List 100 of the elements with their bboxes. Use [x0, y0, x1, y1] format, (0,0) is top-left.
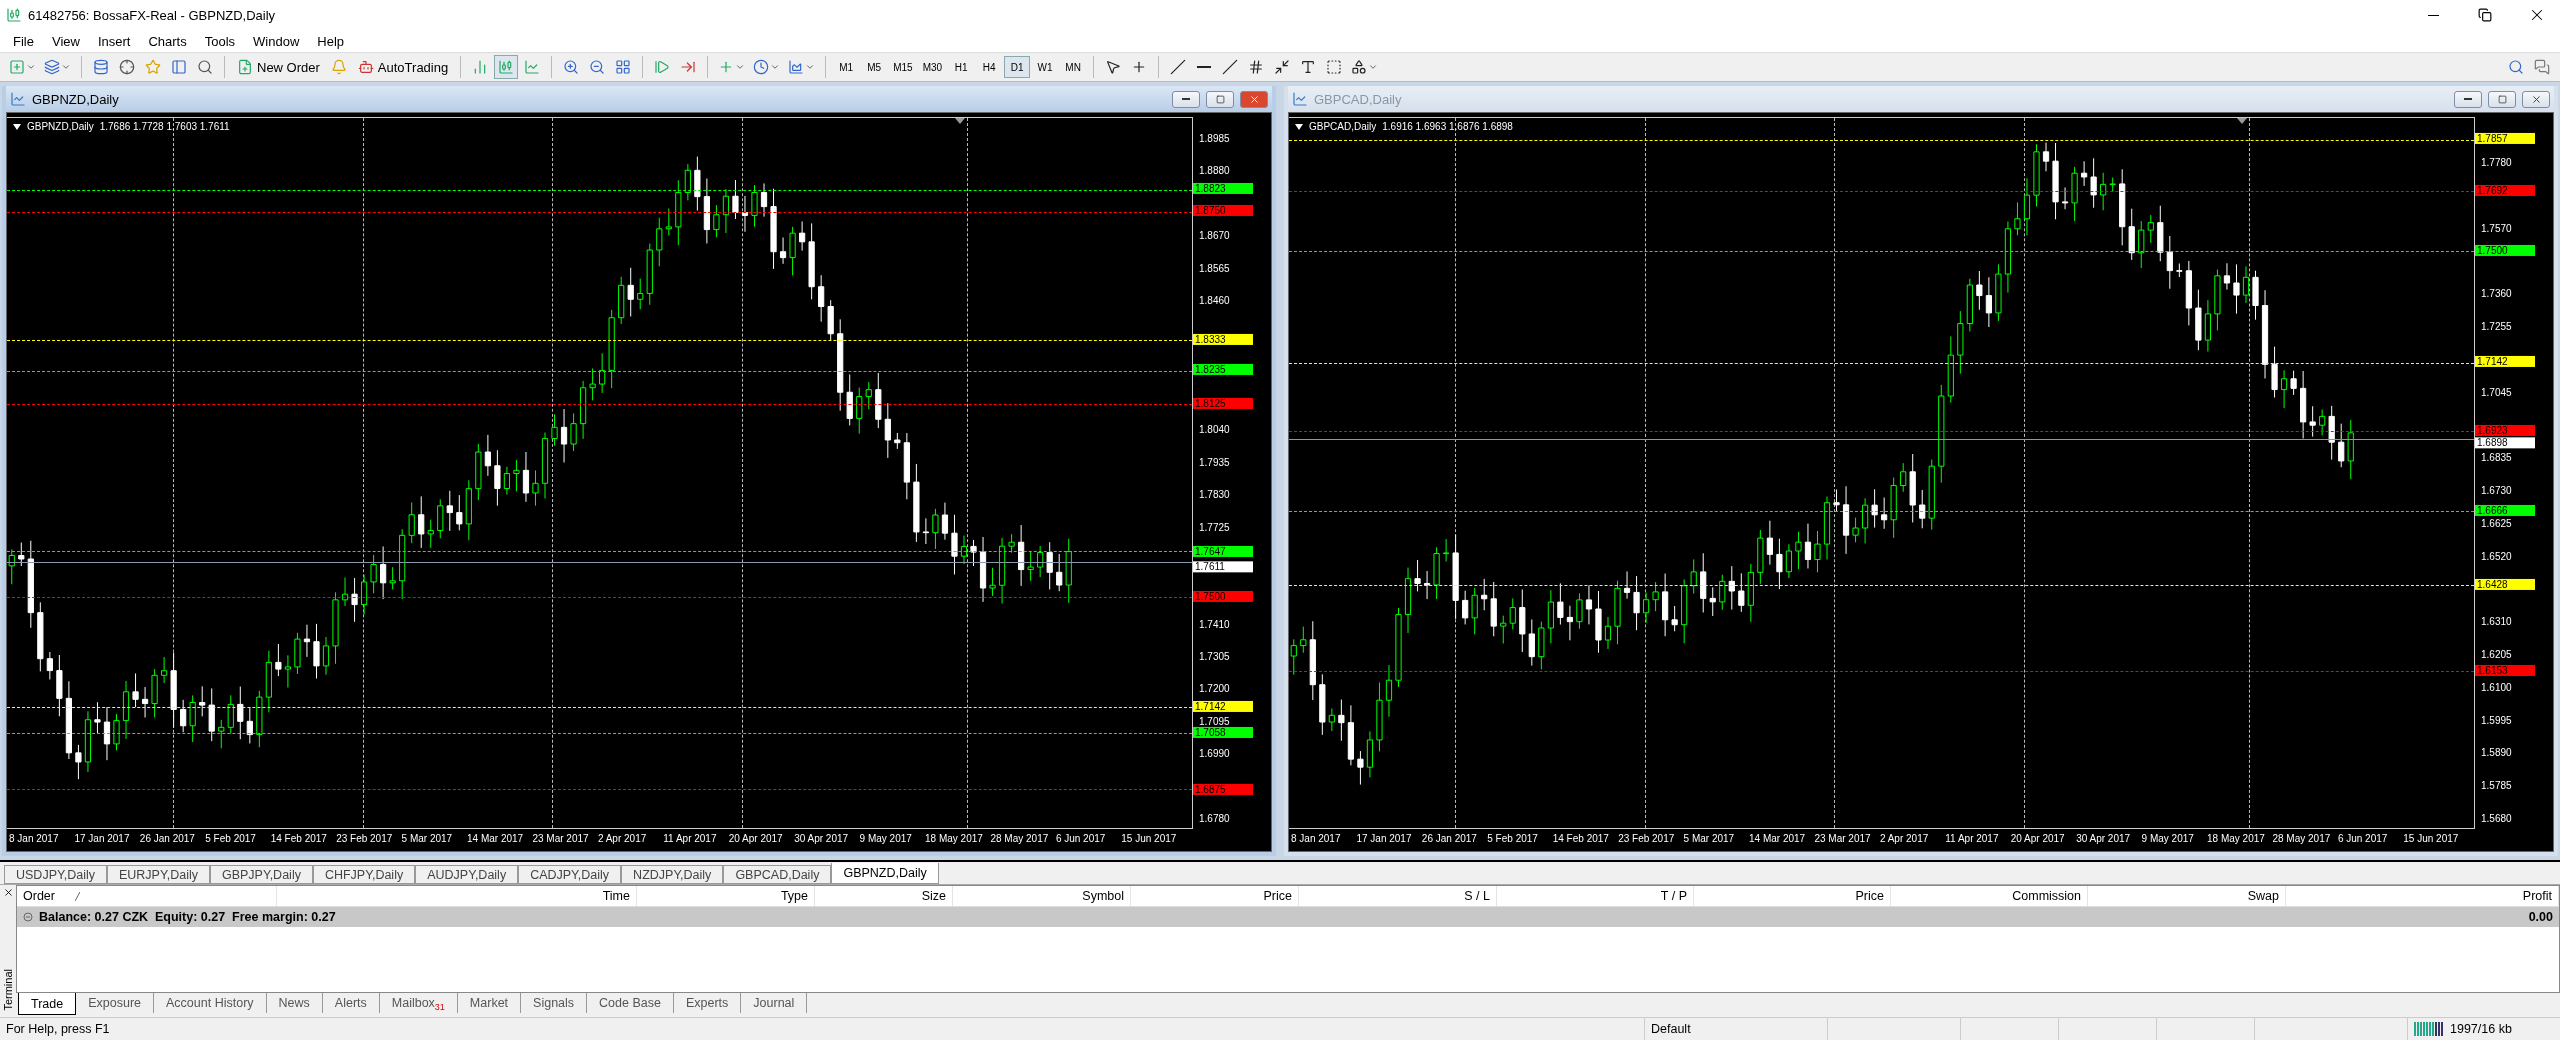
column-header[interactable]: Time [277, 886, 637, 906]
date-tick: 11 Apr 2017 [663, 833, 717, 844]
column-header[interactable]: Size [815, 886, 953, 906]
date-tick: 8 Jan 2017 [9, 833, 59, 844]
terminal-tab[interactable]: Experts [673, 993, 742, 1013]
bell-icon [330, 59, 347, 75]
chart-symbol: GBPNZD,Daily [27, 121, 94, 132]
column-header[interactable]: Commission [1891, 886, 2088, 906]
menu-item[interactable]: Window [244, 30, 309, 52]
date-tick: 6 Jun 2017 [2337, 833, 2388, 844]
column-header[interactable]: Order [17, 886, 277, 906]
price-tick: 1.5680 [2481, 813, 2512, 825]
date-tick: 20 Apr 2017 [728, 833, 783, 844]
price-level-label: 1.7857 [2475, 132, 2535, 144]
chart-tab[interactable]: GBPNZD,Daily [831, 863, 939, 884]
channel-icon [1248, 59, 1265, 75]
price-tick: 1.8460 [1199, 294, 1230, 307]
price-tick: 1.7570 [2481, 222, 2512, 235]
price-level-label: 1.7058 [1193, 727, 1253, 739]
sort-icon [74, 891, 80, 901]
column-header[interactable]: Profit [2286, 886, 2559, 906]
column-header[interactable]: Price [1694, 886, 1891, 906]
chart-tab[interactable]: GBPJPY,Daily [209, 865, 313, 884]
terminal-tab[interactable]: Signals [521, 993, 588, 1013]
chart-shift-icon[interactable] [955, 118, 965, 124]
date-tick: 2 Apr 2017 [597, 833, 647, 844]
chart-shift-icon[interactable] [2237, 118, 2247, 124]
restore-icon [2478, 8, 2492, 22]
magnifier-icon [197, 59, 213, 75]
menu-item[interactable]: Insert [88, 30, 140, 52]
column-header[interactable]: T / P [1497, 886, 1694, 906]
minimize-button[interactable] [2454, 90, 2482, 108]
timeframe-button[interactable]: MN [1060, 56, 1087, 78]
terminal-tab[interactable]: Journal [741, 993, 808, 1013]
chart-tab[interactable]: GBPCAD,Daily [723, 865, 832, 884]
column-header[interactable]: Price [1131, 886, 1299, 906]
timeframe-button[interactable]: W1 [1032, 56, 1059, 78]
terminal-tab[interactable]: Exposure [76, 993, 154, 1013]
autotrading-button[interactable]: AutoTrading [352, 55, 454, 79]
profile-name: Default [1644, 1018, 1827, 1040]
price-tick: 1.5995 [2481, 714, 2512, 727]
column-header[interactable]: S / L [1299, 886, 1497, 906]
menu-item[interactable]: Help [308, 30, 354, 52]
terminal-tab[interactable]: Market [457, 993, 522, 1013]
caret-down-icon[interactable] [13, 123, 21, 130]
close-icon [2, 887, 14, 898]
date-tick: 11 Apr 2017 [1945, 833, 1999, 844]
date-tick: 5 Mar 2017 [401, 833, 453, 844]
chart-mode-button[interactable] [494, 55, 519, 79]
close-button[interactable] [1240, 90, 1268, 108]
terminal-tab[interactable]: Code Base [587, 993, 674, 1013]
terminal-tab[interactable]: Account History [154, 993, 267, 1013]
grid-icon [615, 59, 632, 75]
column-header[interactable]: Symbol [953, 886, 1131, 906]
price-tick: 1.7200 [1199, 683, 1230, 696]
chart-tab[interactable]: CHFJPY,Daily [312, 865, 416, 884]
date-tick: 14 Mar 2017 [1749, 833, 1806, 844]
date-tick: 8 Jan 2017 [1291, 833, 1341, 844]
database-icon [93, 59, 109, 75]
price-tick: 1.6100 [2481, 681, 2512, 694]
timeframe-button[interactable]: M15 [889, 56, 917, 78]
caret-icon [735, 62, 746, 72]
menu-item[interactable]: File [4, 30, 43, 52]
chart-tab[interactable]: AUDJPY,Daily [415, 865, 519, 884]
timeframe-button[interactable]: M5 [861, 56, 888, 78]
column-header[interactable]: Type [637, 886, 815, 906]
step-forward-icon [654, 59, 671, 75]
terminal-tab[interactable]: Trade [18, 993, 77, 1015]
traffic-text: 1997/16 kb [2450, 1022, 2512, 1036]
menu-item[interactable]: View [42, 30, 89, 52]
terminal-tab[interactable]: Alerts [322, 993, 380, 1013]
price-tick: 1.7305 [1199, 651, 1230, 664]
price-tick: 1.8565 [1199, 262, 1230, 275]
price-tick: 1.8985 [1199, 133, 1230, 145]
diagonal-line-icon [1222, 59, 1239, 75]
timeframe-button[interactable]: M30 [918, 56, 947, 78]
minimize-button[interactable] [1172, 90, 1200, 108]
date-tick: 17 Jan 2017 [1356, 833, 1412, 844]
caret-down-icon[interactable] [1295, 123, 1303, 130]
chart-tab[interactable]: CADJPY,Daily [518, 865, 622, 884]
timeframe-button[interactable]: H4 [976, 56, 1003, 78]
chart-tab[interactable]: USDJPY,Daily [4, 865, 107, 884]
candlestick-icon [498, 59, 515, 75]
price-tick: 1.6310 [2481, 616, 2512, 629]
chart-window-icon [1292, 91, 1308, 107]
column-header[interactable]: Swap [2088, 886, 2286, 906]
chart-tab[interactable]: EURJPY,Daily [106, 865, 210, 884]
chart-ohlc: 1.7686 1.7728 1.7603 1.7611 [99, 121, 230, 132]
new-order-button[interactable]: New Order [232, 55, 325, 79]
terminal-tab[interactable]: News [266, 993, 323, 1013]
price-level-label: 1.6923 [2475, 424, 2535, 436]
menu-item[interactable]: Tools [195, 30, 245, 52]
date-tick: 26 Jan 2017 [139, 833, 195, 844]
price-level-label: 1.8333 [1193, 334, 1253, 345]
timeframe-button[interactable]: M1 [833, 56, 860, 78]
menu-item[interactable]: Charts [139, 30, 196, 52]
close-button[interactable] [2522, 90, 2550, 108]
timeframe-button[interactable]: H1 [948, 56, 975, 78]
chart-tab[interactable]: NZDJPY,Daily [621, 865, 724, 884]
timeframe-button[interactable]: D1 [1004, 56, 1031, 78]
